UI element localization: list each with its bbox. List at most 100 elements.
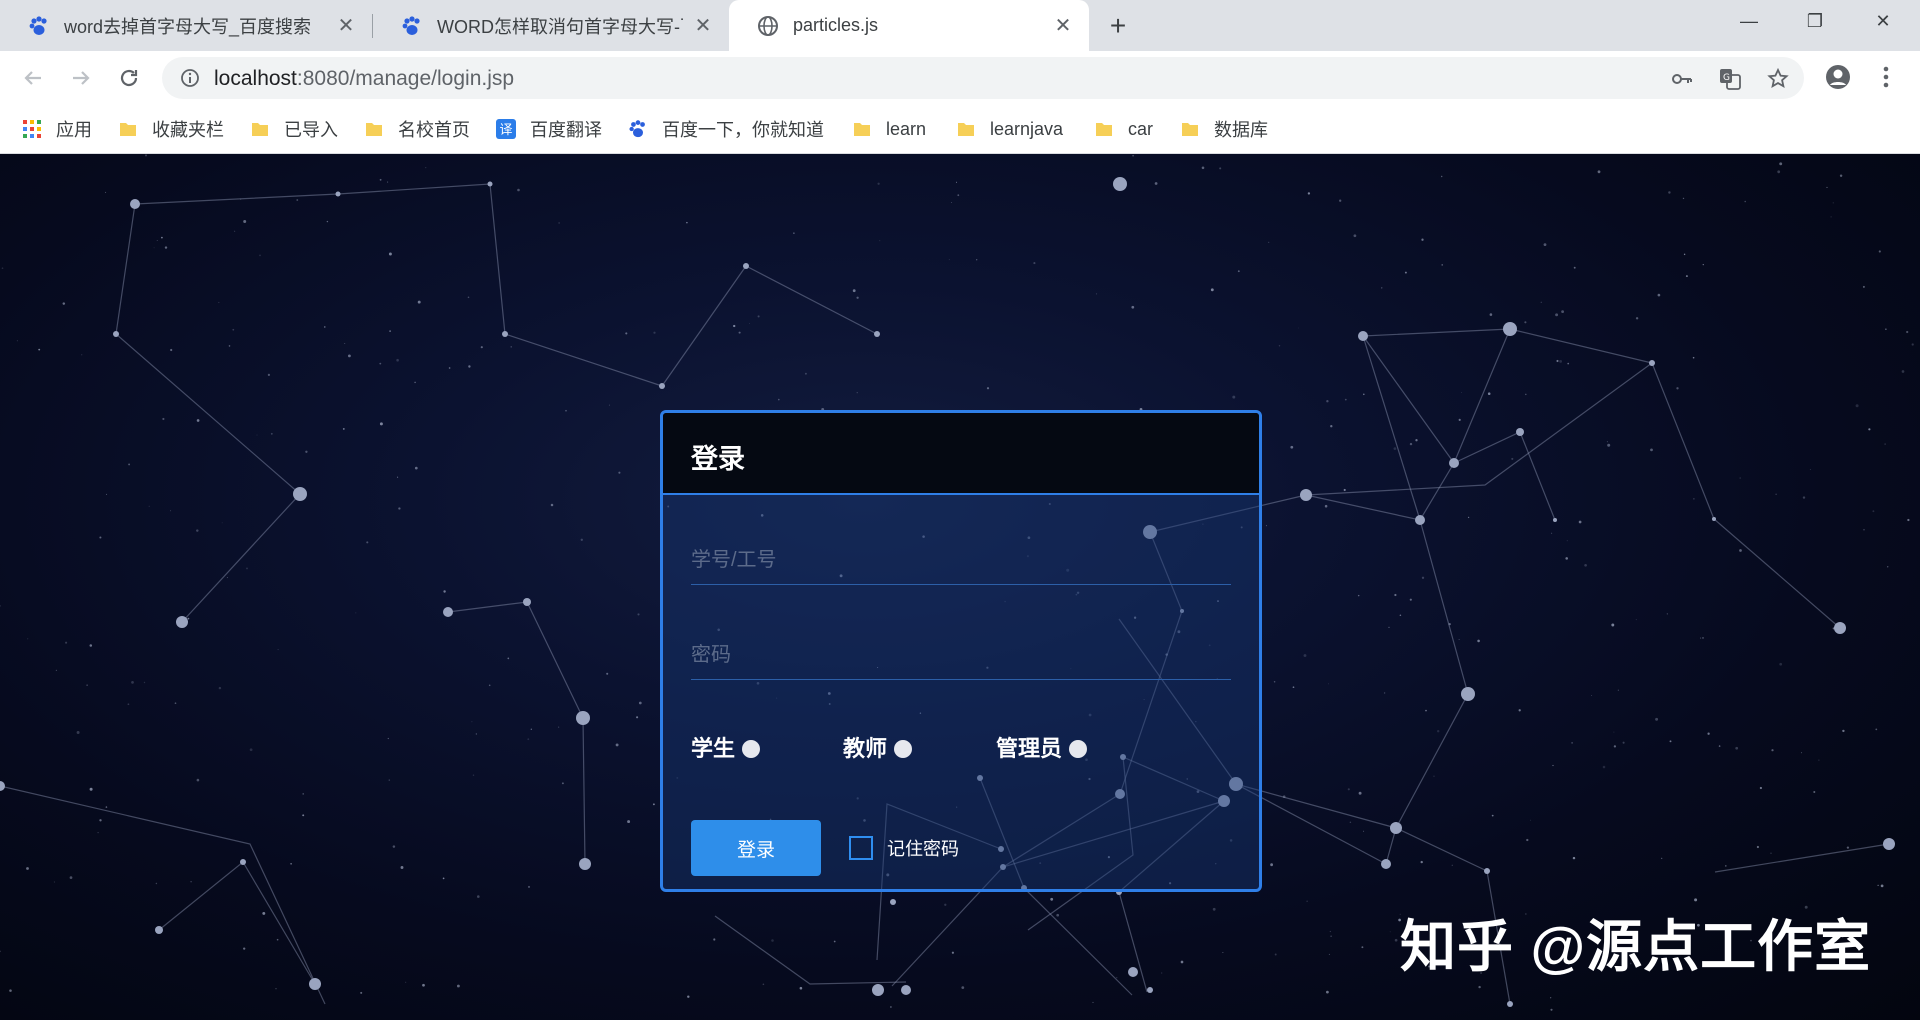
star-dot: [1460, 392, 1462, 393]
star-dot: [625, 332, 628, 335]
bookmark-imported[interactable]: 已导入: [250, 114, 338, 144]
star-dot: [425, 167, 427, 169]
star-dot: [1884, 443, 1886, 445]
tab-particles[interactable]: particles.js ✕: [729, 0, 1089, 51]
bookmark-university-home[interactable]: 名校首页: [364, 114, 470, 144]
star-dot: [1622, 741, 1625, 744]
bookmark-apps[interactable]: 应用: [22, 114, 92, 144]
role-radio[interactable]: [1069, 740, 1088, 758]
star-dot: [1685, 275, 1688, 278]
key-icon[interactable]: [1670, 67, 1694, 91]
star-dot: [961, 986, 965, 989]
url-text[interactable]: localhost:8080/manage/login.jsp: [214, 67, 514, 91]
new-tab-button[interactable]: +: [1100, 8, 1136, 44]
star-dot: [1050, 897, 1054, 901]
star-dot: [456, 984, 460, 988]
translate-icon[interactable]: G: [1718, 67, 1742, 91]
star-dot: [414, 381, 416, 384]
star-dot: [1779, 162, 1783, 166]
star-dot: [131, 681, 134, 684]
star-dot: [190, 881, 192, 883]
login-button[interactable]: 登录: [691, 820, 821, 876]
star-dot: [804, 372, 807, 375]
login-header: 登录: [663, 413, 1259, 495]
star-dot: [1550, 997, 1552, 999]
star-dot: [1650, 448, 1653, 452]
star-dot: [477, 895, 480, 898]
star-dot: [162, 417, 165, 421]
star-dot: [1278, 345, 1281, 347]
bookmark-baidu[interactable]: 百度一下，你就知道: [628, 114, 824, 144]
star-dot: [877, 182, 880, 185]
forward-button[interactable]: [64, 61, 98, 95]
profile-button[interactable]: [1822, 61, 1854, 93]
password-input[interactable]: [691, 632, 1231, 680]
minimize-button[interactable]: —: [1716, 0, 1782, 42]
star-dot: [1826, 186, 1828, 188]
star-dot: [127, 703, 130, 706]
star-dot: [1415, 439, 1418, 442]
star-dot: [1487, 392, 1491, 395]
role-option-teacher[interactable]: 教师: [843, 731, 913, 763]
role-radio[interactable]: [742, 740, 761, 758]
star-dot: [16, 340, 18, 342]
url-host: localhost: [214, 67, 297, 90]
star-dot: [550, 503, 554, 507]
star-dot: [243, 220, 247, 223]
bookmark-car[interactable]: car: [1094, 114, 1153, 144]
star-dot: [1635, 317, 1639, 320]
back-button[interactable]: [16, 61, 50, 95]
star-dot: [1635, 619, 1637, 621]
star-dot: [1540, 301, 1542, 303]
star-dot: [379, 178, 382, 181]
star-dot: [1526, 838, 1529, 842]
bookmark-learnjava[interactable]: learnjava: [956, 114, 1063, 144]
tab-title: word去掉首字母大写_百度搜索: [64, 16, 312, 37]
info-icon[interactable]: [180, 68, 200, 88]
role-option-admin[interactable]: 管理员: [996, 731, 1088, 763]
star-dot: [1399, 614, 1402, 617]
username-input[interactable]: [691, 537, 1231, 585]
address-bar[interactable]: localhost:8080/manage/login.jsp G: [162, 57, 1804, 99]
close-window-button[interactable]: ✕: [1850, 0, 1916, 42]
star-dot: [1657, 293, 1661, 297]
bookmark-database[interactable]: 数据库: [1180, 114, 1268, 144]
tab-close-icon[interactable]: ✕: [334, 14, 358, 38]
star-icon[interactable]: [1766, 67, 1790, 91]
star-dot: [944, 903, 947, 906]
star-dot: [1095, 293, 1098, 295]
menu-button[interactable]: [1870, 61, 1902, 93]
star-dot: [948, 259, 950, 261]
star-dot: [442, 877, 445, 880]
star-dot: [1572, 856, 1576, 860]
bookmarks-bar: 应用 收藏夹栏 已导入 名校首页 译 百度翻译 百度一下，你就知道 learn …: [0, 104, 1920, 154]
tab-word-cancel-caps[interactable]: WORD怎样取消句首字母大写-百 ✕: [373, 0, 729, 51]
star-dot: [1813, 790, 1816, 794]
star-dot: [799, 986, 803, 990]
star-dot: [558, 222, 560, 224]
tab-close-icon[interactable]: ✕: [691, 14, 715, 38]
star-dot: [379, 362, 382, 365]
bookmark-favorites-bar[interactable]: 收藏夹栏: [118, 114, 224, 144]
star-dot: [143, 681, 146, 684]
star-dot: [86, 684, 88, 686]
star-dot: [1555, 313, 1559, 317]
star-dot: [89, 644, 93, 647]
remember-password[interactable]: 记住密码: [849, 835, 959, 861]
remember-checkbox[interactable]: [849, 836, 873, 860]
folder-icon: [1182, 123, 1198, 136]
bookmark-baidu-translate[interactable]: 译 百度翻译: [496, 114, 602, 144]
star-dot: [1666, 613, 1668, 615]
role-radio[interactable]: [894, 740, 913, 758]
star-dot: [99, 536, 102, 539]
star-dot: [1440, 175, 1443, 178]
bookmark-learn[interactable]: learn: [852, 114, 926, 144]
tab-word-search[interactable]: word去掉首字母大写_百度搜索 ✕: [0, 0, 372, 51]
reload-button[interactable]: [112, 61, 146, 95]
restore-button[interactable]: ❐: [1782, 0, 1848, 42]
star-dot: [467, 296, 470, 299]
star-dot: [1556, 359, 1559, 363]
tab-close-icon[interactable]: ✕: [1051, 14, 1075, 38]
star-dot: [1771, 749, 1774, 752]
role-option-student[interactable]: 学生: [691, 731, 761, 763]
